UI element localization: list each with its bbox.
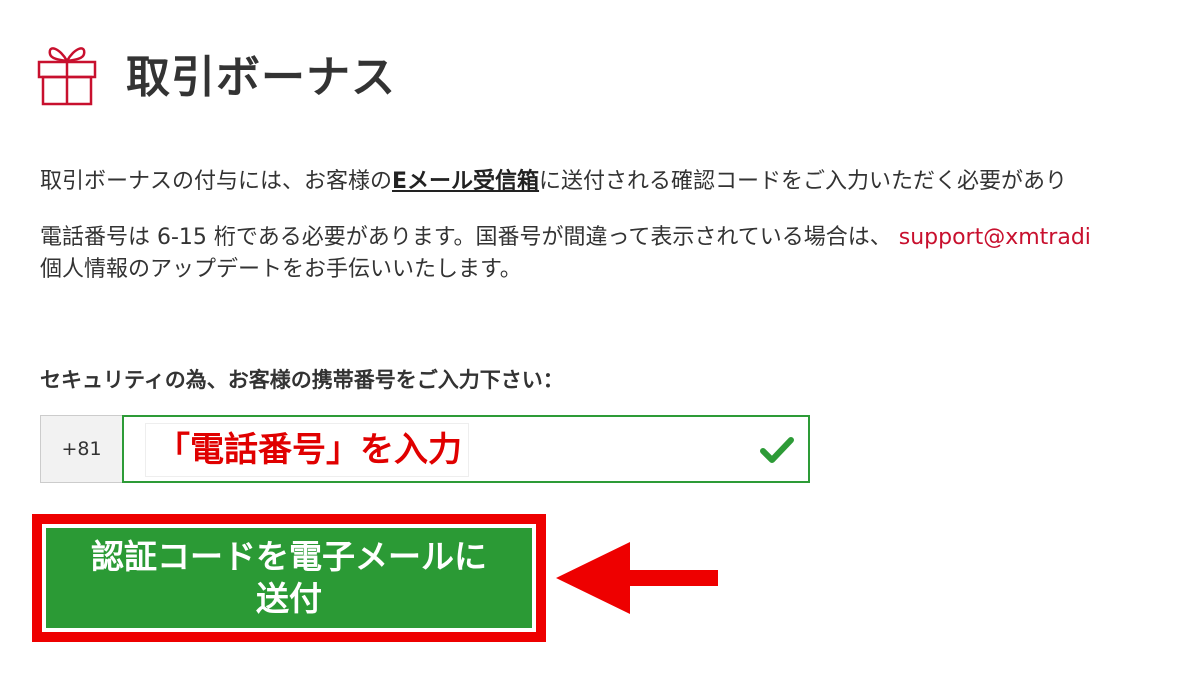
gift-icon bbox=[37, 47, 97, 106]
phone-input-group: +81 「電話番号」を入力 bbox=[40, 415, 810, 483]
phone-field-label: セキュリティの為、お客様の携帯番号をご入力下さい： bbox=[40, 368, 564, 392]
send-button-label: 認証コードを電子メールに送付 bbox=[91, 537, 487, 618]
info-text-part: 桁である必要があります。国番号が間違って表示されている場合は、 bbox=[206, 225, 899, 250]
page-title: 取引ボーナス bbox=[126, 52, 396, 103]
email-inbox-link[interactable]: Eメール受信箱 bbox=[392, 169, 539, 194]
info-text-part: に送付される確認コードをご入力いただく必要があり bbox=[539, 169, 1068, 194]
title-row: 取引ボーナス bbox=[36, 40, 396, 106]
info-text-part: 電話番号は bbox=[40, 225, 157, 250]
bonus-info-text: 取引ボーナスの付与には、お客様のEメール受信箱に送付される確認コードをご入力いた… bbox=[40, 166, 1067, 198]
send-button-highlight: 認証コードを電子メールに送付 bbox=[32, 514, 546, 642]
info-text-part: 取引ボーナスの付与には、お客様の bbox=[40, 169, 393, 194]
page: 取引ボーナス 取引ボーナスの付与には、お客様のEメール受信箱に送付される確認コー… bbox=[0, 0, 1200, 675]
support-email-link[interactable]: support@xmtradi bbox=[899, 225, 1091, 250]
send-code-email-button[interactable]: 認証コードを電子メールに送付 bbox=[46, 528, 532, 628]
phone-input-annotation: 「電話番号」を入力 bbox=[146, 424, 468, 476]
phone-length-info: 電話番号は 6-15 桁である必要があります。国番号が間違って表示されている場合… bbox=[40, 222, 1091, 254]
digit-range: 6-15 bbox=[157, 225, 207, 250]
left-arrow-icon bbox=[556, 542, 718, 614]
country-code-select[interactable]: +81 bbox=[40, 415, 122, 483]
phone-number-input[interactable]: 「電話番号」を入力 bbox=[122, 415, 810, 483]
check-icon bbox=[760, 437, 794, 463]
profile-update-info: 個人情報のアップデートをお手伝いいたします。 bbox=[40, 257, 522, 282]
